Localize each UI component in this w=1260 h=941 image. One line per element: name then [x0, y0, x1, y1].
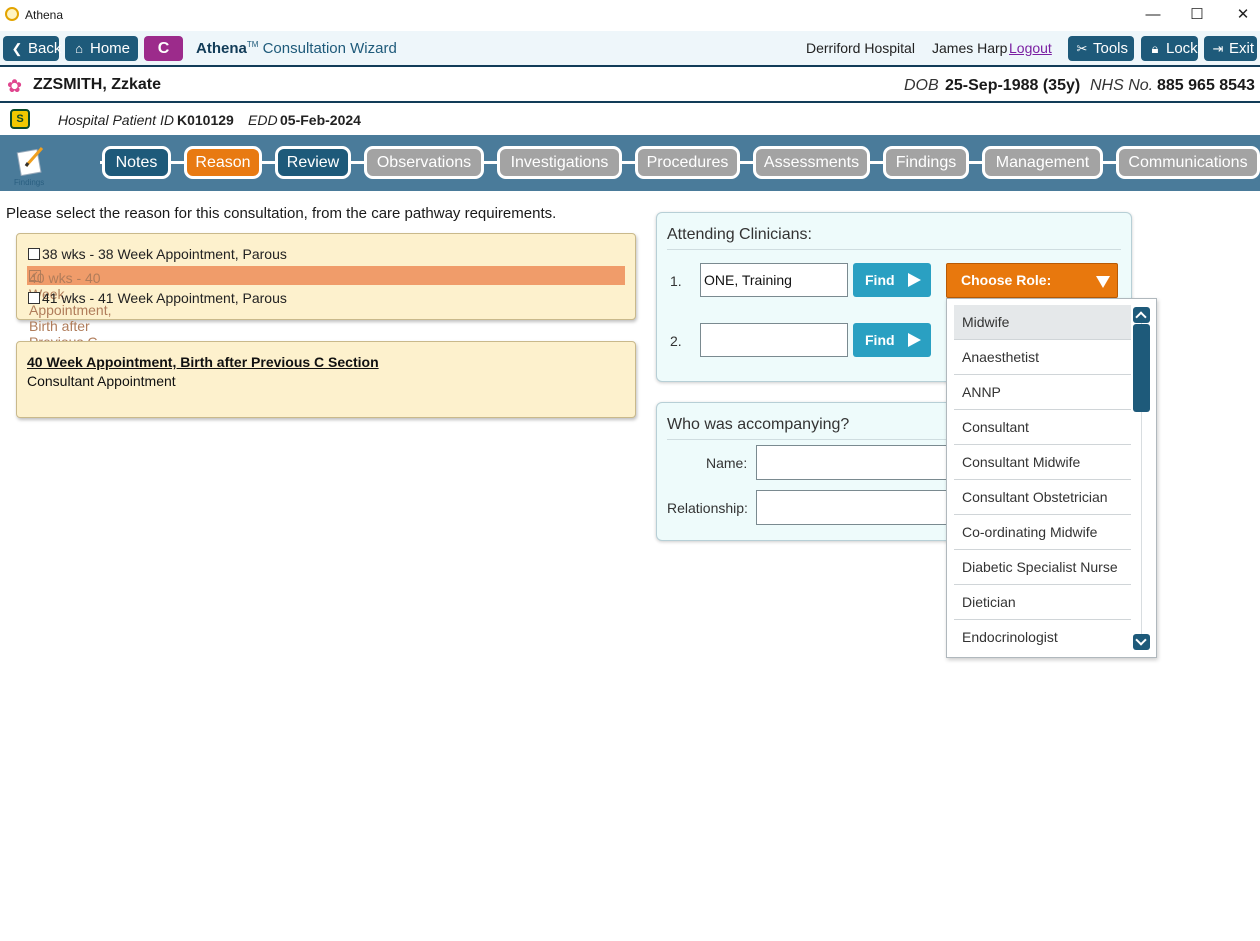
chevron-down-icon	[1135, 634, 1147, 646]
nhs-value: 885 965 8543	[1157, 77, 1255, 94]
app-name: Athena	[196, 40, 247, 57]
home-button[interactable]: ⌂ Home	[65, 36, 138, 61]
role-option-consultant-midwife[interactable]: Consultant Midwife	[954, 445, 1131, 480]
findings-icon-label: Findings	[14, 178, 45, 187]
exit-label: Exit	[1229, 40, 1255, 57]
nhs-label: NHS No.	[1090, 77, 1153, 95]
nhs-label-text: NHS No.	[1090, 77, 1154, 94]
dropdown-arrow-icon	[1096, 276, 1110, 288]
tab-observations[interactable]: Observations	[364, 146, 484, 179]
tab-notes[interactable]: Notes	[102, 146, 171, 179]
choose-role-dropdown[interactable]: Choose Role:	[946, 263, 1118, 298]
hospital-id-label: Hospital Patient ID	[58, 112, 174, 128]
exit-icon: ⇥	[1212, 41, 1224, 56]
app-toolbar: ❮ Back ⌂ Home C AthenaTM Consultation Wiza…	[0, 31, 1260, 67]
flower-icon: ✿	[7, 76, 23, 96]
tab-management[interactable]: Management	[982, 146, 1103, 179]
clinician-1-input[interactable]: ONE, Training	[700, 263, 848, 297]
window-titlebar: Athena — ☐ ✕	[0, 0, 1260, 31]
role-option-dietician[interactable]: Dietician	[954, 585, 1131, 620]
checkbox-unchecked[interactable]	[28, 248, 40, 260]
back-button[interactable]: ❮ Back	[3, 36, 62, 61]
clinician-row-2-number: 2.	[670, 333, 682, 349]
tab-communications[interactable]: Communications	[1116, 146, 1260, 179]
role-option-consultant-obstetrician[interactable]: Consultant Obstetrician	[954, 480, 1131, 515]
reason-option-label: 38 wks - 38 Week Appointment, Parous	[42, 246, 287, 262]
relationship-label: Relationship:	[667, 500, 748, 516]
find-clinician-1-button[interactable]: Find	[853, 263, 931, 297]
home-label: Home	[90, 40, 131, 57]
lock-icon: 🔒︎	[1151, 41, 1159, 56]
divider	[667, 249, 1121, 250]
back-label: Back	[28, 40, 62, 57]
role-option-midwife[interactable]: Midwife	[954, 305, 1131, 340]
find-clinician-2-button[interactable]: Find	[853, 323, 931, 357]
dob-value: 25-Sep-1988 (35y)	[945, 77, 1081, 94]
tab-findings[interactable]: Findings	[883, 146, 969, 179]
tab-investigations[interactable]: Investigations	[497, 146, 622, 179]
window-title: Athena	[25, 8, 64, 22]
tools-button[interactable]: ✂ Tools	[1068, 36, 1134, 61]
clinician-row-1-number: 1.	[670, 273, 682, 289]
role-option-annp[interactable]: ANNP	[954, 375, 1131, 410]
checkbox-unchecked[interactable]	[28, 292, 40, 304]
hospital-name: Derriford Hospital	[806, 40, 915, 56]
reason-prompt: Please select the reason for this consul…	[6, 205, 557, 222]
reason-detail-title: 40 Week Appointment, Birth after Previou…	[27, 354, 379, 370]
tools-icon: ✂	[1076, 41, 1088, 56]
role-option-consultant[interactable]: Consultant	[954, 410, 1131, 445]
choose-role-label: Choose Role:	[961, 272, 1052, 288]
minimize-button[interactable]: —	[1138, 4, 1168, 26]
lock-button[interactable]: 🔒︎ Lock	[1141, 36, 1198, 61]
exit-button[interactable]: ⇥ Exit	[1204, 36, 1257, 61]
trademark: TM	[246, 40, 259, 49]
find-label: Find	[865, 272, 895, 288]
reason-option-label: 41 wks - 41 Week Appointment, Parous	[42, 290, 287, 306]
user-name: James Harp	[932, 40, 1008, 56]
reason-option-40wks-selected[interactable]: ✓ 40 wks - 40 Week Appointment, Birth aft…	[27, 266, 625, 366]
reason-option-38wks[interactable]: 38 wks - 38 Week Appointment, Parous	[28, 246, 287, 262]
logout-link[interactable]: Logout	[1009, 40, 1052, 56]
athena-logo-icon	[5, 7, 19, 21]
find-label: Find	[865, 332, 895, 348]
role-option-endocrinologist[interactable]: Endocrinologist	[954, 620, 1131, 655]
edd-label: EDD	[248, 112, 278, 128]
edd-value: 05-Feb-2024	[280, 112, 361, 128]
tab-reason[interactable]: Reason	[184, 146, 262, 179]
role-dropdown-list[interactable]: Midwife Anaesthetist ANNP Consultant Con…	[946, 298, 1157, 658]
wizard-title-text: Consultation Wizard	[262, 40, 397, 57]
status-badge-icon[interactable]: S	[10, 109, 30, 129]
dob-label-text: DOB	[904, 77, 939, 94]
role-option-coordinating-midwife[interactable]: Co-ordinating Midwife	[954, 515, 1131, 550]
role-option-diabetic-specialist-nurse[interactable]: Diabetic Specialist Nurse	[954, 550, 1131, 585]
accompanying-name-label: Name:	[706, 455, 748, 471]
c-button[interactable]: C	[144, 36, 183, 61]
findings-notepad-icon[interactable]	[16, 146, 44, 176]
scroll-down-button[interactable]	[1133, 634, 1150, 650]
tools-label: Tools	[1093, 40, 1129, 57]
role-option-anaesthetist[interactable]: Anaesthetist	[954, 340, 1131, 375]
lock-label: Lock	[1166, 40, 1198, 57]
clinician-2-input[interactable]	[700, 323, 848, 357]
accompanying-heading: Who was accompanying?	[667, 416, 850, 433]
tab-assessments[interactable]: Assessments	[753, 146, 870, 179]
scrollbar-thumb[interactable]	[1133, 324, 1150, 412]
play-arrow-icon	[908, 273, 921, 287]
patient-name: ZZSMITH, Zzkate	[33, 76, 162, 93]
tab-review[interactable]: Review	[275, 146, 351, 179]
reason-detail-subtitle: Consultant Appointment	[27, 373, 176, 389]
hospital-id-value: K010129	[177, 112, 234, 128]
tab-procedures[interactable]: Procedures	[635, 146, 740, 179]
wizard-title: AthenaTM Consultation Wizard	[196, 40, 397, 57]
close-button[interactable]: ✕	[1228, 4, 1258, 26]
dob-label: DOB	[904, 77, 939, 95]
attending-clinicians-heading: Attending Clinicians:	[667, 226, 812, 243]
home-icon: ⌂	[75, 41, 83, 56]
scroll-up-button[interactable]	[1133, 307, 1150, 323]
chevron-left-icon: ❮	[11, 41, 23, 56]
reason-option-41wks[interactable]: 41 wks - 41 Week Appointment, Parous	[28, 290, 287, 306]
maximize-button[interactable]: ☐	[1182, 4, 1212, 26]
chevron-up-icon	[1135, 311, 1147, 323]
play-arrow-icon	[908, 333, 921, 347]
